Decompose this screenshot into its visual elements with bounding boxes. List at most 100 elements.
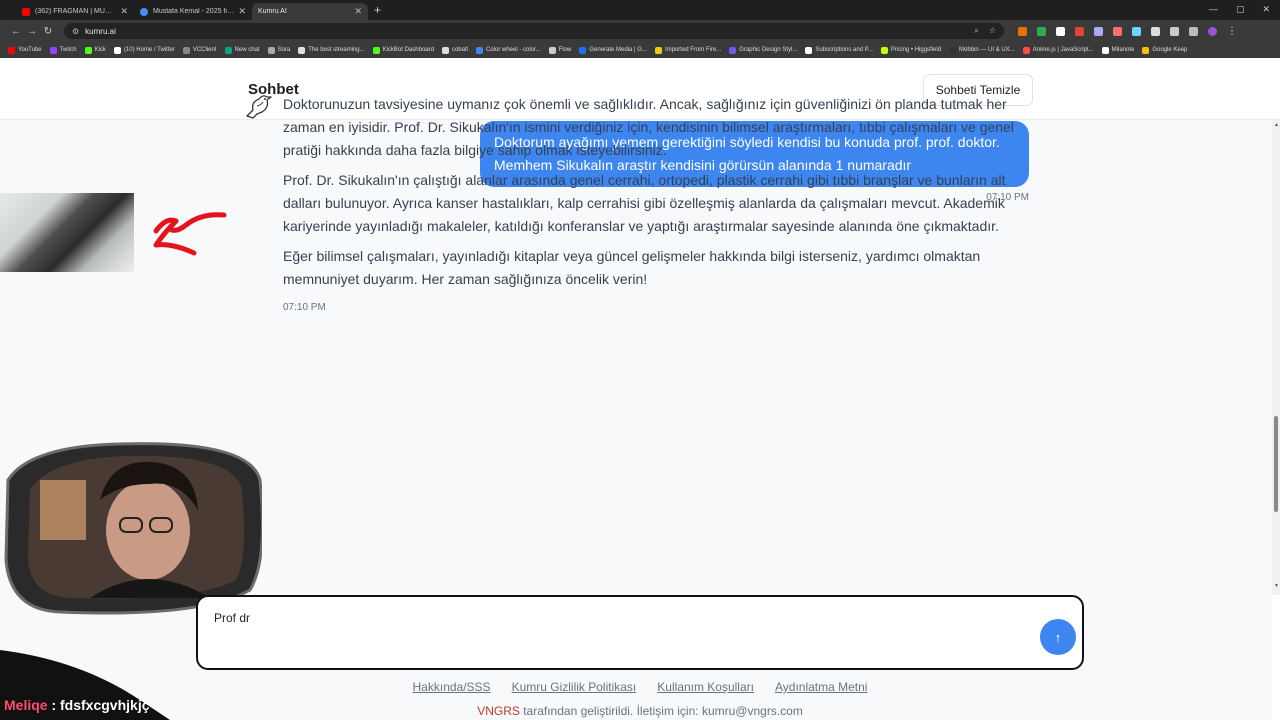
bookmark-favicon-icon [49, 46, 57, 54]
maximize-icon[interactable]: ▢ [1236, 4, 1245, 15]
bookmarks-bar: YouTube Twitch Kick (10) Home / Twitter VCCl… [0, 42, 1280, 58]
bookmark-star-icon[interactable]: ☆ [989, 26, 996, 36]
bookmark-favicon-icon [182, 46, 190, 54]
footer-link-about[interactable]: Hakkında/SSS [413, 680, 491, 694]
kebab-menu-icon[interactable]: ⋮ [1227, 26, 1237, 37]
bookmark-item[interactable]: Subscriptions and P... [805, 46, 873, 54]
address-bar[interactable]: ⚙ kumru.ai ⌕ ☆ [64, 23, 1004, 39]
assistant-paragraph: Prof. Dr. Sikukalın'ın çalıştığı alanlar… [283, 172, 1006, 234]
bookmark-item[interactable]: Generate Media | G... [579, 46, 647, 54]
assistant-paragraph: Eğer bilimsel çalışmaları, yayınladığı k… [283, 248, 981, 287]
close-icon[interactable]: ✕ [238, 6, 246, 17]
zoom-icon[interactable]: ⌕ [974, 26, 978, 36]
extension-icon[interactable] [1113, 26, 1122, 36]
bookmark-label: VCClient [192, 47, 217, 53]
tab-title: Mustafa Kemal - 2025 filmi - Bo... [153, 8, 235, 15]
bookmark-item[interactable]: Mobbin — UI & UX... [949, 46, 1015, 54]
bookmark-item[interactable]: Milanote [1101, 46, 1134, 54]
bookmark-favicon-icon [224, 46, 232, 54]
bookmark-item[interactable]: Google Keep [1142, 46, 1188, 54]
avatar[interactable] [1208, 26, 1217, 36]
footer-link-terms[interactable]: Kullanım Koşulları [657, 680, 754, 694]
footer-links: Hakkında/SSS Kumru Gizlilik Politikası K… [0, 680, 1280, 694]
bookmark-item[interactable]: cobalt [441, 46, 468, 54]
reload-icon[interactable]: ↻ [40, 26, 56, 37]
extension-icon[interactable] [1037, 26, 1046, 36]
bookmark-favicon-icon [475, 46, 483, 54]
extension-icon[interactable] [1094, 26, 1103, 36]
site-info-icon[interactable]: ⚙ [72, 27, 79, 36]
close-window-icon[interactable]: ✕ [1262, 4, 1270, 15]
message-input[interactable] [214, 611, 1014, 625]
bookmark-favicon-icon [805, 46, 813, 54]
menu-icon[interactable] [1170, 26, 1179, 36]
bookmark-favicon-icon [880, 46, 888, 54]
extension-icon[interactable] [1018, 26, 1027, 36]
window-controls: — ▢ ✕ [1209, 4, 1270, 15]
bookmark-item[interactable]: Pricing • Higgsfield [880, 46, 942, 54]
bookmark-item[interactable]: KickBot Dashboard [372, 46, 434, 54]
bookmark-label: YouTube [18, 47, 42, 53]
puzzle-icon[interactable] [1151, 26, 1160, 36]
footer-link-privacy[interactable]: Kumru Gizlilik Politikası [512, 680, 637, 694]
assistant-paragraph: Doktorunuzun tavsiyesine uymanız çok öne… [283, 96, 1014, 158]
bookmark-label: Pricing • Higgsfield [890, 47, 942, 53]
bookmark-item[interactable]: VCClient [182, 46, 217, 54]
bookmark-favicon-icon [441, 46, 449, 54]
bird-avatar-icon [246, 95, 272, 119]
bookmark-item[interactable]: Flow [548, 46, 572, 54]
close-icon[interactable]: ✕ [120, 6, 128, 17]
bookmark-item[interactable]: New chat [224, 46, 260, 54]
browser-tab-active[interactable]: Kumru AI ✕ [252, 3, 368, 20]
bookmark-item[interactable]: Graphic Design Styl... [729, 46, 797, 54]
bookmark-label: Subscriptions and P... [815, 47, 873, 53]
globe-icon [140, 7, 148, 16]
footer-brand-link[interactable]: VNGRS [477, 704, 520, 718]
new-tab-icon[interactable]: + [374, 3, 381, 17]
bookmark-label: Sora [277, 47, 291, 53]
scrollbar-thumb[interactable] [1274, 416, 1278, 512]
scroll-up-icon[interactable]: ▲ [1274, 122, 1279, 128]
bookmark-item[interactable]: Twitch [49, 46, 77, 54]
bookmark-label: Anime.js | JavaScript... [1032, 47, 1094, 53]
bookmark-favicon-icon [8, 46, 15, 54]
bookmark-item[interactable]: Imported From Fire... [654, 46, 722, 54]
extension-icon[interactable] [1132, 26, 1141, 36]
browser-tab[interactable]: Mustafa Kemal - 2025 filmi - Bo... ✕ [134, 3, 252, 20]
footer-link-disclosure[interactable]: Aydınlatma Metni [775, 680, 868, 694]
bookmark-label: Mobbin — UI & UX... [959, 47, 1015, 53]
footer-note-text: tarafından geliştirildi. İletişim için: … [519, 704, 803, 718]
back-icon[interactable]: ← [8, 26, 24, 37]
arrow-up-icon: ↑ [1054, 629, 1062, 645]
bookmark-label: Flow [558, 47, 572, 53]
bookmark-item[interactable]: (10) Home / Twitter [113, 46, 175, 54]
bookmark-label: Google Keep [1152, 47, 1188, 53]
send-button[interactable]: ↑ [1040, 619, 1076, 655]
bookmark-item[interactable]: The best streaming... [298, 46, 365, 54]
bookmark-label: KickBot Dashboard [382, 47, 434, 53]
close-icon[interactable]: ✕ [354, 6, 362, 17]
chat-scrollbar[interactable] [1272, 120, 1280, 595]
bookmark-favicon-icon [372, 46, 380, 54]
bookmark-item[interactable]: Anime.js | JavaScript... [1022, 46, 1094, 54]
bookmark-favicon-icon [1142, 46, 1150, 54]
bookmark-label: The best streaming... [308, 47, 365, 53]
scroll-down-icon[interactable]: ▼ [1274, 583, 1279, 589]
extension-icon[interactable] [1056, 26, 1065, 36]
bookmark-favicon-icon [548, 46, 556, 54]
browser-tab[interactable]: (362) FRAGMAN | MUSTAFA KEMAL ✕ [16, 3, 134, 20]
bookmark-label: Imported From Fire... [664, 47, 722, 53]
bookmark-item[interactable]: YouTube [8, 46, 42, 54]
bookmark-item[interactable]: Sora [267, 46, 291, 54]
assistant-message-time: 07:10 PM [283, 302, 326, 313]
download-icon[interactable] [1189, 26, 1198, 36]
bookmark-favicon-icon [654, 46, 662, 54]
extension-icon[interactable] [1075, 26, 1084, 36]
forward-icon[interactable]: → [24, 26, 40, 37]
bookmark-label: Color wheel - color... [485, 47, 541, 53]
bookmark-favicon-icon [267, 46, 275, 54]
minimize-icon[interactable]: — [1209, 4, 1218, 15]
bookmark-favicon-icon [949, 46, 957, 54]
bookmark-item[interactable]: Kick [84, 46, 106, 54]
bookmark-item[interactable]: Color wheel - color... [475, 46, 541, 54]
